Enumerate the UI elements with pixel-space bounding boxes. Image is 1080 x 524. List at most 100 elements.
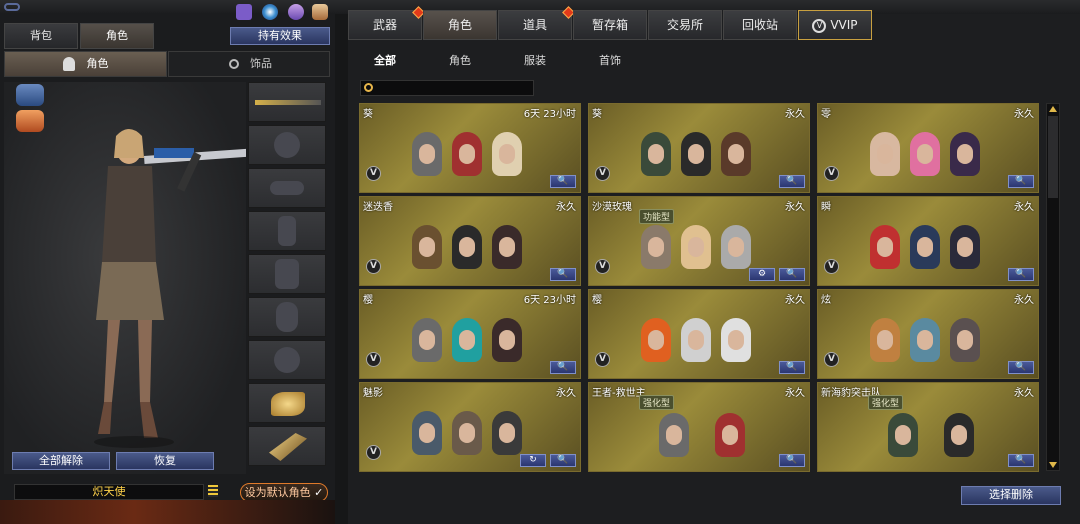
vip-badge-icon: V [366, 259, 381, 274]
zoom-icon[interactable]: 🔍 [779, 268, 805, 281]
zoom-icon[interactable]: 🔍 [1008, 175, 1034, 188]
character-card[interactable]: 王者-救世主 永久 强化型 🔍 [588, 382, 810, 472]
card-name: 瞬 [821, 202, 831, 213]
zoom-icon[interactable]: 🔍 [550, 454, 576, 467]
character-card[interactable]: 零 永久 V 🔍 [817, 103, 1039, 193]
tab-character[interactable]: 角色 [80, 23, 154, 49]
character-portrait [452, 132, 482, 176]
gift-icon[interactable] [236, 4, 252, 20]
slot-grenade[interactable] [248, 340, 326, 380]
tab-weapons-label: 武器 [372, 18, 397, 32]
filter-character[interactable]: 角色 [423, 52, 497, 70]
tab-weapons[interactable]: 武器 [348, 6, 425, 40]
character-card[interactable]: 瞬 永久 V 🔍 [817, 196, 1039, 286]
tab-recycle-label: 回收站 [741, 18, 778, 32]
spin-icon[interactable] [262, 4, 278, 20]
slot-melee-2[interactable] [248, 426, 326, 466]
character-card[interactable]: 樱 6天 23小时 V 🔍 [359, 289, 581, 379]
restore-button[interactable]: 恢复 [116, 452, 214, 470]
scroll-thumb[interactable] [1048, 116, 1058, 198]
zoom-icon[interactable]: 🔍 [779, 361, 805, 374]
subtab-accessory[interactable]: 饰品 [168, 51, 330, 77]
character-portrait [492, 225, 522, 269]
golden-knife-icon [271, 392, 305, 416]
pose-icon[interactable] [16, 110, 44, 132]
scroll-down-icon[interactable] [1049, 462, 1057, 468]
scroll-up-icon[interactable] [1049, 106, 1057, 112]
equip-effect-button[interactable]: 持有效果 [230, 27, 330, 45]
tab-exchange[interactable]: 交易所 [648, 10, 722, 40]
select-delete-button[interactable]: 选择删除 [961, 486, 1061, 505]
tab-vvip[interactable]: V VVIP [798, 10, 872, 40]
bag-icon[interactable] [312, 4, 328, 20]
subtab-character[interactable]: 角色 [4, 51, 167, 77]
zoom-icon[interactable]: 🔍 [550, 268, 576, 281]
refresh-icon[interactable]: ↻ [520, 454, 546, 467]
character-card[interactable]: 葵 6天 23小时 V 🔍 [359, 103, 581, 193]
slot-back[interactable] [248, 254, 326, 294]
slot-pouch[interactable] [248, 297, 326, 337]
slot-body[interactable] [248, 211, 326, 251]
tab-recycle[interactable]: 回收站 [723, 10, 797, 40]
vip-badge-icon: V [824, 259, 839, 274]
card-type-tag: 功能型 [639, 209, 675, 224]
zoom-icon[interactable]: 🔍 [550, 361, 576, 374]
character-portrait [910, 225, 940, 269]
unequip-all-button[interactable]: 全部解除 [12, 452, 110, 470]
view-mode-icon[interactable] [16, 84, 44, 106]
card-duration: 永久 [1014, 109, 1034, 120]
doll-icon [278, 216, 296, 246]
zoom-icon[interactable]: 🔍 [779, 454, 805, 467]
slot-melee[interactable] [248, 383, 326, 423]
tab-characters[interactable]: 角色 [423, 10, 497, 40]
character-portrait [452, 318, 482, 362]
card-name: 沙漠玫瑰 [592, 202, 632, 213]
slot-face[interactable] [248, 168, 326, 208]
vip-badge-icon: V [366, 166, 381, 181]
ring-icon [229, 59, 239, 69]
card-duration: 永久 [1014, 295, 1034, 306]
zoom-icon[interactable]: 🔍 [1008, 454, 1034, 467]
filter-jewelry[interactable]: 首饰 [573, 52, 647, 70]
character-card[interactable]: 炫 永久 V 🔍 [817, 289, 1039, 379]
zoom-icon[interactable]: 🔍 [779, 175, 805, 188]
tab-items[interactable]: 道具 [498, 6, 575, 40]
tab-items-label: 道具 [522, 18, 547, 32]
character-portrait [492, 132, 522, 176]
vip-badge-icon: V [366, 352, 381, 367]
filter-all[interactable]: 全部 [348, 52, 422, 70]
card-name: 樱 [592, 295, 602, 306]
upgrade-icon[interactable]: ⚙ [749, 268, 775, 281]
character-portrait [412, 132, 442, 176]
vip-badge-icon: V [824, 352, 839, 367]
character-card[interactable]: 迷迭香 永久 V 🔍 [359, 196, 581, 286]
character-card[interactable]: 樱 永久 V 🔍 [588, 289, 810, 379]
user-icon[interactable] [288, 4, 304, 20]
zoom-icon[interactable]: 🔍 [550, 175, 576, 188]
slot-primary-weapon[interactable] [248, 82, 326, 122]
tab-vvip-label: VVIP [830, 18, 858, 32]
zoom-icon[interactable]: 🔍 [1008, 361, 1034, 374]
slot-head[interactable] [248, 125, 326, 165]
list-icon[interactable] [208, 485, 218, 497]
vip-badge-icon: V [595, 259, 610, 274]
card-type-tag: 强化型 [639, 395, 675, 410]
character-model [94, 129, 246, 448]
character-portrait [412, 318, 442, 362]
character-card[interactable]: 葵 永久 V 🔍 [588, 103, 810, 193]
character-card[interactable]: 沙漠玫瑰 永久 功能型 V ⚙ 🔍 [588, 196, 810, 286]
search-input[interactable] [377, 82, 531, 94]
tab-storage[interactable]: 暂存箱 [573, 10, 647, 40]
scrollbar[interactable] [1046, 103, 1060, 471]
character-portrait [452, 411, 482, 455]
character-portrait [721, 318, 751, 362]
character-portrait [492, 318, 522, 362]
zoom-icon[interactable]: 🔍 [1008, 268, 1034, 281]
character-portrait [681, 225, 711, 269]
character-portrait [870, 132, 900, 176]
tab-bag[interactable]: 背包 [4, 23, 78, 49]
character-card[interactable]: 新海豹突击队 永久 强化型 🔍 [817, 382, 1039, 472]
character-preview[interactable] [4, 82, 246, 474]
character-card[interactable]: 魅影 永久 V ↻ 🔍 [359, 382, 581, 472]
filter-costume[interactable]: 服装 [498, 52, 572, 70]
